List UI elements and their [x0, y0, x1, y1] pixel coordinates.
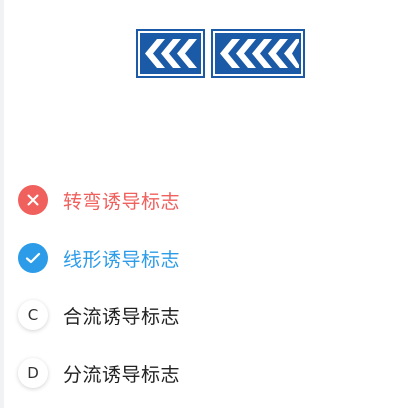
option-c[interactable]: C 合流诱导标志 — [18, 295, 398, 335]
quiz-screen: 转弯诱导标志 线形诱导标志 C 合流诱导标志 D 分流诱导标志 — [0, 0, 415, 408]
option-a-text: 转弯诱导标志 — [63, 190, 181, 213]
question-image — [118, 0, 320, 150]
option-d-letter: D — [18, 358, 48, 388]
option-b[interactable]: 线形诱导标志 — [18, 238, 398, 278]
option-c-text: 合流诱导标志 — [63, 305, 181, 328]
option-c-letter: C — [18, 300, 48, 330]
close-icon — [18, 185, 48, 215]
chevron-sign-right-icon — [211, 29, 305, 78]
check-icon — [18, 243, 48, 273]
chevron-sign-left-icon — [136, 29, 205, 78]
option-b-text: 线形诱导标志 — [63, 248, 181, 271]
option-d-text: 分流诱导标志 — [63, 363, 181, 386]
option-d[interactable]: D 分流诱导标志 — [18, 353, 398, 393]
left-edge-strip — [0, 0, 4, 408]
option-a[interactable]: 转弯诱导标志 — [18, 180, 398, 220]
